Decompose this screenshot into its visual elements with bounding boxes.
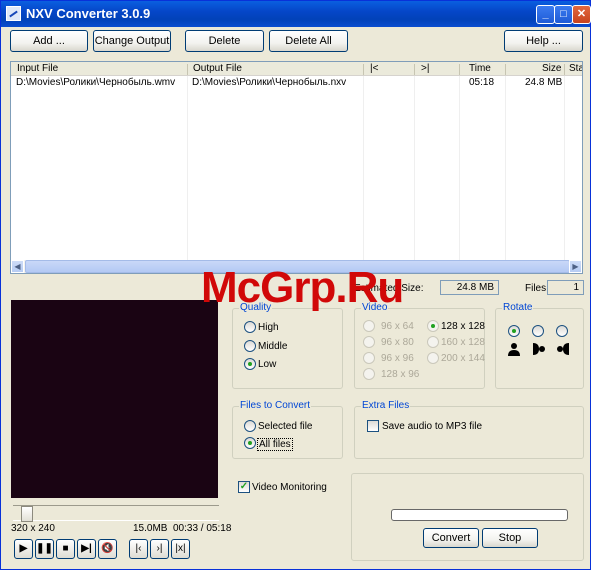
quality-middle-radio[interactable] bbox=[244, 340, 256, 352]
estimated-size-value: 24.8 MB bbox=[440, 280, 499, 295]
video-128x96-radio[interactable] bbox=[363, 368, 375, 380]
minimize-button[interactable]: _ bbox=[536, 5, 555, 24]
person-upright-icon bbox=[508, 343, 520, 356]
app-icon bbox=[6, 6, 21, 21]
delete-all-button[interactable]: Delete All bbox=[269, 30, 348, 52]
step-forward-button[interactable]: ▶| bbox=[77, 539, 96, 559]
change-output-button[interactable]: Change Output ... bbox=[93, 30, 171, 67]
scroll-left-icon[interactable]: ◀ bbox=[11, 260, 24, 273]
rotate-right-radio[interactable] bbox=[556, 325, 568, 337]
mark-start-icon: |‹ bbox=[135, 543, 142, 554]
app-window: NXV Converter 3.0.9 _ □ ✕ Add ... Change… bbox=[0, 0, 591, 570]
files-label: Files: bbox=[525, 283, 549, 294]
video-96x96-radio[interactable] bbox=[363, 352, 375, 364]
file-list[interactable]: Input File Output File |< >| Time Size S… bbox=[10, 61, 583, 274]
video-200x144-label[interactable]: 200 x 144 bbox=[441, 353, 485, 364]
save-audio-label[interactable]: Save audio to MP3 file bbox=[382, 421, 482, 432]
window-title: NXV Converter 3.0.9 bbox=[26, 6, 151, 21]
files-to-convert-group: Files to Convert bbox=[232, 400, 343, 459]
video-preview bbox=[11, 300, 218, 498]
rotate-title: Rotate bbox=[502, 302, 534, 313]
mark-clear-icon: |x| bbox=[175, 543, 186, 554]
video-resolution: 320 x 240 bbox=[11, 523, 55, 534]
video-time: 00:33 / 05:18 bbox=[173, 523, 232, 534]
column-status[interactable]: Sta bbox=[569, 63, 582, 74]
video-128x128-label[interactable]: 128 x 128 bbox=[441, 321, 485, 332]
pause-icon: ❚❚ bbox=[36, 543, 53, 554]
stop-playback-button[interactable]: ■ bbox=[56, 539, 75, 559]
video-128x96-label[interactable]: 128 x 96 bbox=[381, 369, 419, 380]
mark-end-button[interactable]: ›| bbox=[150, 539, 169, 559]
mute-button[interactable]: 🔇 bbox=[98, 539, 117, 559]
extra-files-title: Extra Files bbox=[361, 400, 411, 411]
column-output-file[interactable]: Output File bbox=[193, 63, 242, 74]
stop-button[interactable]: Stop bbox=[482, 528, 538, 548]
mark-start-button[interactable]: |‹ bbox=[129, 539, 148, 559]
title-bar[interactable]: NXV Converter 3.0.9 _ □ ✕ bbox=[1, 1, 591, 27]
delete-button[interactable]: Delete bbox=[185, 30, 264, 52]
quality-low-radio[interactable] bbox=[244, 358, 256, 370]
row-time: 05:18 bbox=[469, 77, 495, 88]
rotate-normal-radio[interactable] bbox=[508, 325, 520, 337]
all-files-label[interactable]: All files bbox=[257, 438, 293, 451]
video-96x96-label[interactable]: 96 x 96 bbox=[381, 353, 414, 364]
row-size: 24.8 MB bbox=[525, 77, 563, 88]
video-monitoring-checkbox[interactable]: ✓ bbox=[238, 481, 250, 493]
column-time[interactable]: Time bbox=[469, 63, 491, 74]
scroll-right-icon[interactable]: ▶ bbox=[569, 260, 582, 273]
watermark: McGrp.Ru bbox=[201, 263, 404, 312]
selected-file-radio[interactable] bbox=[244, 420, 256, 432]
mark-end-icon: ›| bbox=[156, 543, 163, 554]
conversion-progress-bar bbox=[391, 509, 568, 521]
column-end[interactable]: >| bbox=[421, 63, 429, 74]
quality-low-label[interactable]: Low bbox=[258, 359, 276, 370]
row-output-file: D:\Movies\Ролики\Чернобыль.nxv bbox=[192, 77, 347, 88]
video-monitoring-label[interactable]: Video Monitoring bbox=[252, 482, 327, 493]
row-input-file: D:\Movies\Ролики\Чернобыль.wmv bbox=[16, 77, 176, 88]
mark-clear-button[interactable]: |x| bbox=[171, 539, 190, 559]
selected-file-label[interactable]: Selected file bbox=[258, 421, 312, 432]
position-slider[interactable] bbox=[13, 505, 219, 521]
video-size: 15.0MB bbox=[133, 523, 168, 534]
all-files-radio[interactable] bbox=[244, 437, 256, 449]
play-button[interactable]: ▶ bbox=[14, 539, 33, 559]
quality-high-radio[interactable] bbox=[244, 321, 256, 333]
person-rotated-left-icon bbox=[533, 343, 545, 355]
quality-middle-label[interactable]: Middle bbox=[258, 341, 287, 352]
step-forward-icon: ▶| bbox=[81, 543, 92, 554]
maximize-button[interactable]: □ bbox=[554, 5, 573, 24]
files-value: 1 bbox=[547, 280, 584, 295]
speaker-muted-icon: 🔇 bbox=[101, 543, 114, 554]
play-icon: ▶ bbox=[19, 543, 28, 554]
video-128x128-radio[interactable] bbox=[427, 320, 439, 332]
files-to-convert-title: Files to Convert bbox=[239, 400, 312, 411]
extra-files-group: Extra Files bbox=[354, 400, 584, 459]
convert-button[interactable]: Convert bbox=[423, 528, 479, 548]
video-96x64-label[interactable]: 96 x 64 bbox=[381, 321, 414, 332]
quality-high-label[interactable]: High bbox=[258, 322, 279, 333]
list-header: Input File Output File |< >| Time Size S… bbox=[11, 62, 582, 76]
video-160x128-radio[interactable] bbox=[427, 336, 439, 348]
rotate-left-radio[interactable] bbox=[532, 325, 544, 337]
pause-button[interactable]: ❚❚ bbox=[35, 539, 54, 559]
video-160x128-label[interactable]: 160 x 128 bbox=[441, 337, 485, 348]
save-audio-checkbox[interactable] bbox=[367, 420, 379, 432]
close-button[interactable]: ✕ bbox=[572, 5, 591, 24]
video-96x80-label[interactable]: 96 x 80 bbox=[381, 337, 414, 348]
video-200x144-radio[interactable] bbox=[427, 352, 439, 364]
video-96x80-radio[interactable] bbox=[363, 336, 375, 348]
column-input-file[interactable]: Input File bbox=[17, 63, 58, 74]
person-rotated-right-icon bbox=[557, 343, 569, 355]
video-96x64-radio[interactable] bbox=[363, 320, 375, 332]
add-button[interactable]: Add ... bbox=[10, 30, 88, 52]
stop-icon: ■ bbox=[62, 543, 69, 554]
column-start[interactable]: |< bbox=[370, 63, 378, 74]
column-size[interactable]: Size bbox=[542, 63, 561, 74]
help-button[interactable]: Help ... bbox=[504, 30, 583, 52]
position-slider-thumb[interactable] bbox=[21, 506, 33, 522]
